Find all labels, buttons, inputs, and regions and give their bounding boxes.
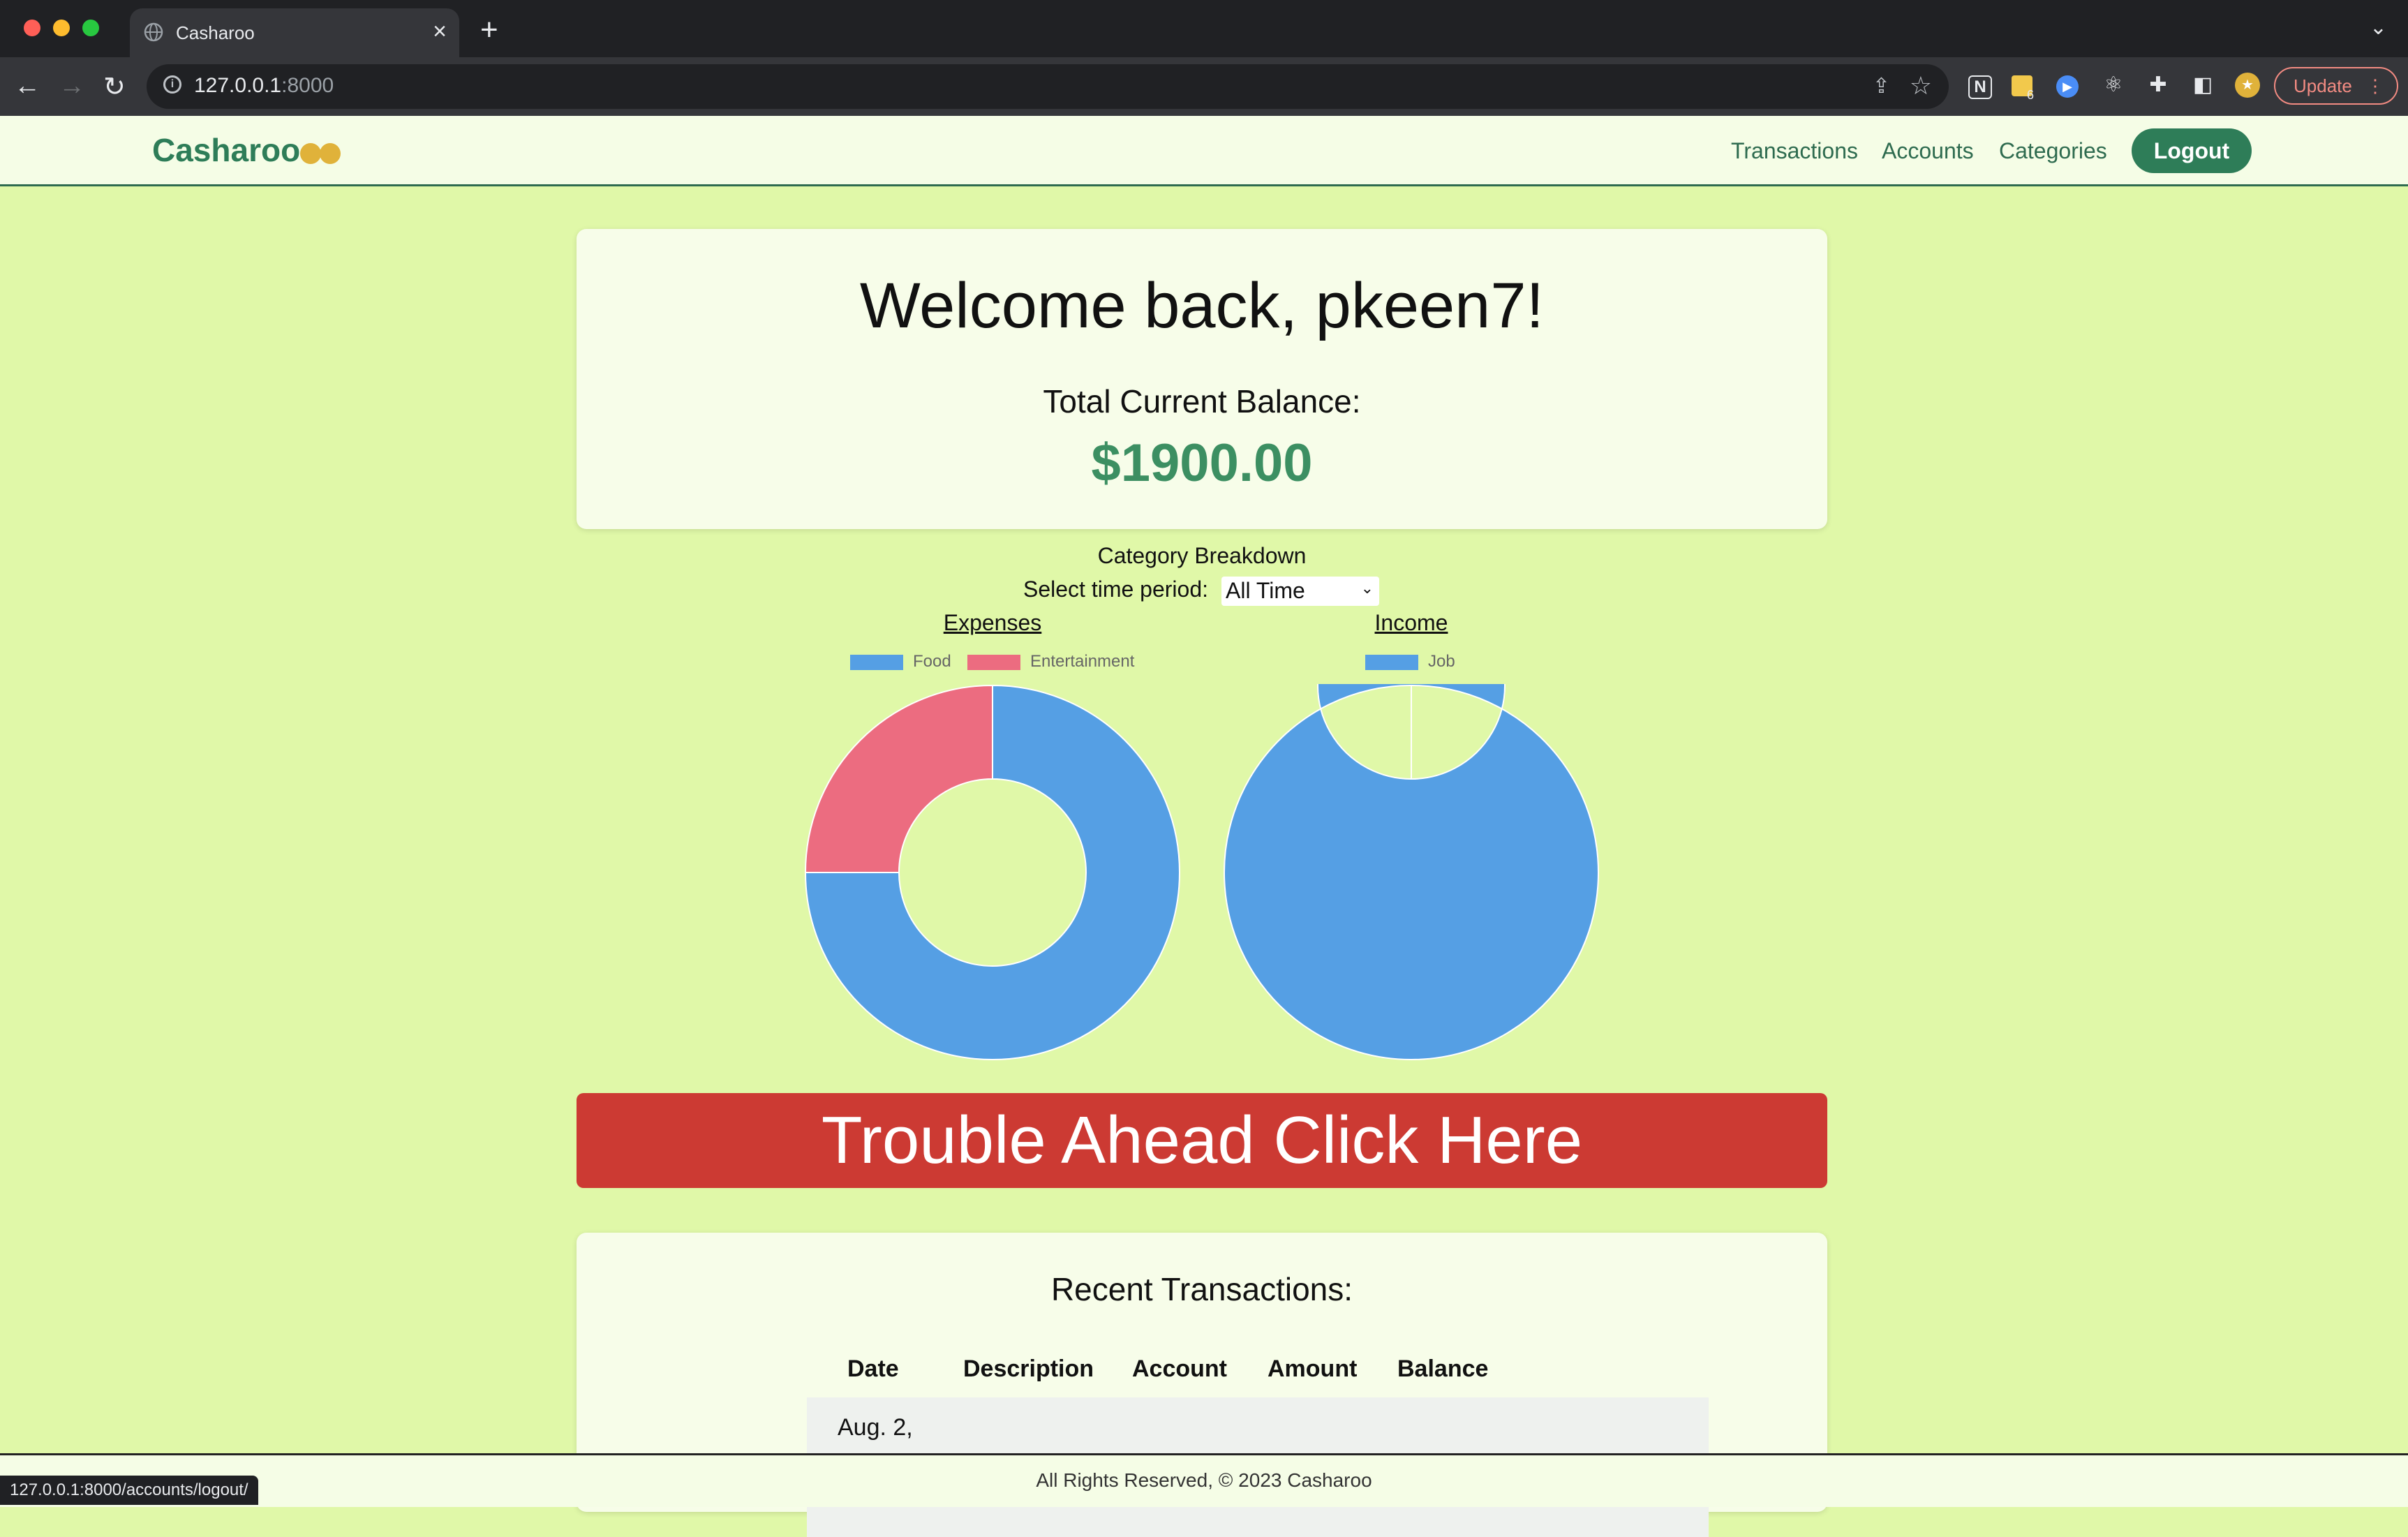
profile-avatar[interactable]: ★ — [2235, 73, 2260, 98]
expenses-chart-title[interactable]: Expenses — [944, 610, 1042, 636]
logout-button[interactable]: Logout — [2132, 128, 2252, 173]
play-extension-icon[interactable]: ▶ — [2056, 75, 2079, 98]
category-breakdown-title: Category Breakdown — [1097, 543, 1307, 568]
legend-label-job[interactable]: Job — [1428, 652, 1455, 671]
address-url[interactable]: 127.0.0.1:8000 — [194, 74, 334, 98]
maximize-window-button[interactable] — [82, 20, 99, 36]
extensions-puzzle-icon[interactable]: ✚ — [2146, 73, 2171, 98]
page-footer: All Rights Reserved, © 2023 Casharoo — [0, 1453, 2408, 1507]
trouble-ahead-button[interactable]: Trouble Ahead Click Here — [577, 1093, 1827, 1188]
site-info-icon[interactable]: i — [163, 75, 181, 94]
column-header-amount: Amount — [1268, 1356, 1358, 1382]
tab-search-chevron-icon[interactable]: ⌄ — [2370, 15, 2387, 40]
column-header-date: Date — [847, 1356, 899, 1382]
browser-tab[interactable]: Casharoo × — [130, 8, 459, 57]
legend-swatch-entertainment — [967, 655, 1020, 670]
tab-title: Casharoo — [176, 22, 255, 43]
nav-link-categories[interactable]: Categories — [1999, 138, 2107, 164]
update-button[interactable]: Update ⋮ — [2274, 67, 2398, 105]
column-header-account: Account — [1132, 1356, 1227, 1382]
legend-label-food[interactable]: Food — [913, 652, 951, 671]
donut-slice-entertainment[interactable] — [804, 684, 993, 873]
balance-label: Total Current Balance: — [1043, 383, 1361, 419]
footer-copyright: All Rights Reserved, © 2023 Casharoo — [1036, 1469, 1372, 1491]
site-navbar: Casharoo Transactions Accounts Categorie… — [0, 116, 2408, 186]
notion-extension-icon[interactable]: N — [1968, 75, 1992, 99]
brand-logo[interactable]: Casharoo — [152, 131, 341, 169]
minimize-window-button[interactable] — [53, 20, 70, 36]
browser-tab-bar: Casharoo × + ⌄ — [0, 0, 2408, 57]
address-bar[interactable]: i 127.0.0.1:8000 ⇪ ☆ — [147, 64, 1949, 109]
balance-value: $1900.00 — [1091, 433, 1313, 493]
back-arrow-icon[interactable]: ← — [14, 71, 40, 101]
column-header-balance: Balance — [1397, 1356, 1489, 1382]
nav-link-accounts[interactable]: Accounts — [1882, 138, 1974, 164]
bookmark-star-icon[interactable]: ☆ — [1910, 71, 1932, 101]
forward-arrow-icon[interactable]: → — [59, 71, 85, 101]
browser-toolbar: ← → ↻ i 127.0.0.1:8000 ⇪ ☆ N 6 ▶ ⚛ ✚ ◧ ★… — [0, 57, 2408, 116]
extension-badge: 6 — [2027, 88, 2035, 102]
close-window-button[interactable] — [24, 20, 40, 36]
close-tab-icon[interactable]: × — [433, 18, 447, 45]
react-devtools-icon[interactable]: ⚛ — [2101, 73, 2126, 98]
income-chart-title[interactable]: Income — [1375, 610, 1448, 636]
legend-swatch-food — [850, 655, 903, 670]
coin-icon — [320, 143, 341, 164]
legend-swatch-job — [1365, 655, 1418, 670]
share-icon[interactable]: ⇪ — [1873, 74, 1890, 98]
welcome-card: Welcome back, pkeen7! Total Current Bala… — [577, 229, 1827, 529]
income-donut-chart — [1223, 684, 1599, 1060]
coin-icon — [300, 143, 322, 164]
menu-dots-icon[interactable]: ⋮ — [2366, 68, 2384, 103]
time-period-select[interactable]: All Time ⌄ — [1221, 577, 1379, 606]
legend-label-entertainment[interactable]: Entertainment — [1030, 652, 1134, 671]
new-tab-icon[interactable]: + — [480, 13, 498, 47]
side-panel-icon[interactable]: ◧ — [2190, 73, 2215, 98]
globe-icon — [144, 22, 163, 42]
status-bar-url: 127.0.0.1:8000/accounts/logout/ — [0, 1476, 258, 1505]
expenses-donut-chart — [804, 684, 1180, 1060]
welcome-heading: Welcome back, pkeen7! — [859, 270, 1545, 341]
reload-icon[interactable]: ↻ — [103, 71, 126, 103]
nav-link-transactions[interactable]: Transactions — [1731, 138, 1858, 164]
chevron-down-icon: ⌄ — [1360, 579, 1374, 597]
time-period-label: Select time period: — [1023, 577, 1209, 602]
recent-transactions-title: Recent Transactions: — [1050, 1271, 1353, 1307]
column-header-description: Description — [963, 1356, 1094, 1382]
